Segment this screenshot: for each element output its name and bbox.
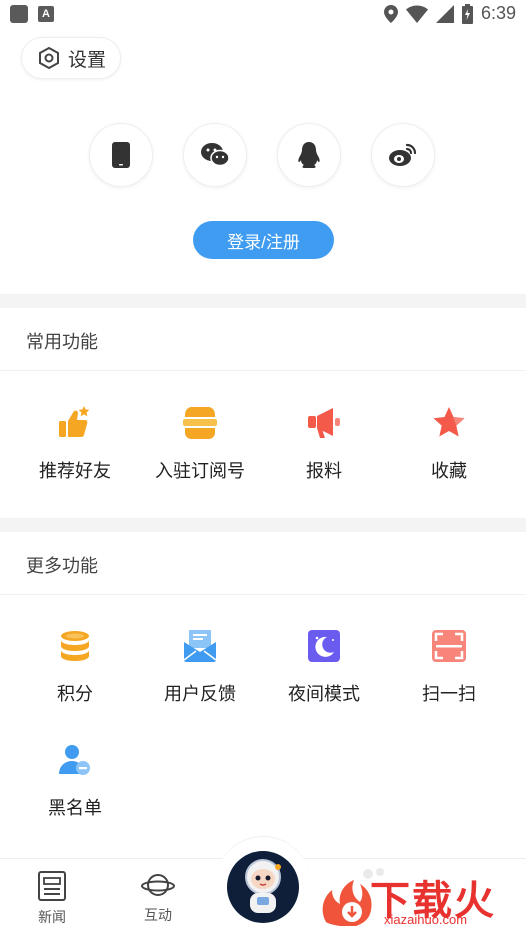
settings-label: 设置 — [68, 48, 107, 71]
feedback-label: 用户反馈 — [164, 684, 236, 705]
common-functions-title: 常用功能 — [26, 332, 98, 353]
points-item[interactable]: 积分 — [12, 626, 138, 706]
app-notification-icon — [10, 5, 28, 23]
settings-button[interactable]: 设置 — [21, 37, 121, 79]
more-functions-title: 更多功能 — [26, 556, 98, 577]
center-astronaut-button[interactable] — [227, 851, 299, 923]
status-left: A — [10, 5, 54, 23]
recommend-friends-item[interactable]: 推荐好友 — [12, 403, 138, 483]
gear-icon — [39, 47, 59, 69]
clock: 6:39 — [480, 3, 516, 23]
megaphone-icon — [304, 403, 344, 443]
weibo-login-button[interactable] — [371, 123, 435, 187]
tab-interaction[interactable]: 互动 — [128, 871, 188, 925]
qq-icon — [298, 142, 320, 168]
location-icon — [383, 4, 398, 23]
moon-icon — [304, 626, 344, 666]
divider-line — [0, 370, 526, 371]
phone-login-button[interactable] — [89, 123, 153, 187]
wifi-icon — [405, 5, 428, 23]
status-right: 6:39 — [383, 3, 516, 24]
subscribe-account-item[interactable]: 入驻订阅号 — [137, 403, 263, 483]
recommend-friends-label: 推荐好友 — [39, 461, 111, 482]
section-divider — [0, 294, 526, 308]
battery-icon — [461, 3, 473, 24]
login-methods — [89, 123, 435, 187]
section-divider — [0, 518, 526, 532]
feedback-item[interactable]: 用户反馈 — [137, 626, 263, 706]
subscribe-account-label: 入驻订阅号 — [155, 461, 245, 482]
blacklist-item[interactable]: 黑名单 — [12, 740, 138, 820]
favorites-label: 收藏 — [431, 461, 467, 482]
qq-login-button[interactable] — [277, 123, 341, 187]
news-icon — [38, 871, 66, 901]
subscribe-box-icon — [180, 403, 220, 443]
wechat-login-button[interactable] — [183, 123, 247, 187]
star-icon — [429, 403, 469, 443]
scan-icon — [429, 626, 469, 666]
astronaut-icon — [245, 859, 281, 913]
tab-news[interactable]: 新闻 — [22, 871, 82, 927]
scan-item[interactable]: 扫一扫 — [386, 626, 512, 706]
planet-icon — [141, 874, 175, 896]
points-label: 积分 — [57, 684, 93, 705]
tab-interaction-label: 互动 — [144, 908, 172, 924]
wechat-icon — [201, 143, 229, 167]
weibo-icon — [389, 143, 417, 166]
night-mode-label: 夜间模式 — [288, 684, 360, 705]
mail-icon — [180, 626, 220, 666]
favorites-item[interactable]: 收藏 — [386, 403, 512, 483]
coins-icon — [55, 626, 95, 666]
thumbs-up-icon — [55, 403, 95, 443]
blacklist-label: 黑名单 — [48, 798, 102, 819]
signal-icon — [435, 4, 454, 23]
tab-news-label: 新闻 — [38, 910, 66, 926]
night-mode-item[interactable]: 夜间模式 — [261, 626, 387, 706]
login-register-button[interactable]: 登录/注册 — [193, 221, 334, 259]
scan-label: 扫一扫 — [422, 684, 476, 705]
report-news-label: 报料 — [306, 461, 342, 482]
phone-icon — [112, 142, 130, 168]
watermark-subtext: xiazaihuo.com — [384, 912, 468, 927]
divider-line — [0, 594, 526, 595]
status-bar: A 6:39 — [0, 0, 526, 28]
app-badge-icon: A — [38, 6, 54, 22]
report-news-item[interactable]: 报料 — [261, 403, 387, 483]
blacklist-user-icon — [55, 740, 95, 780]
